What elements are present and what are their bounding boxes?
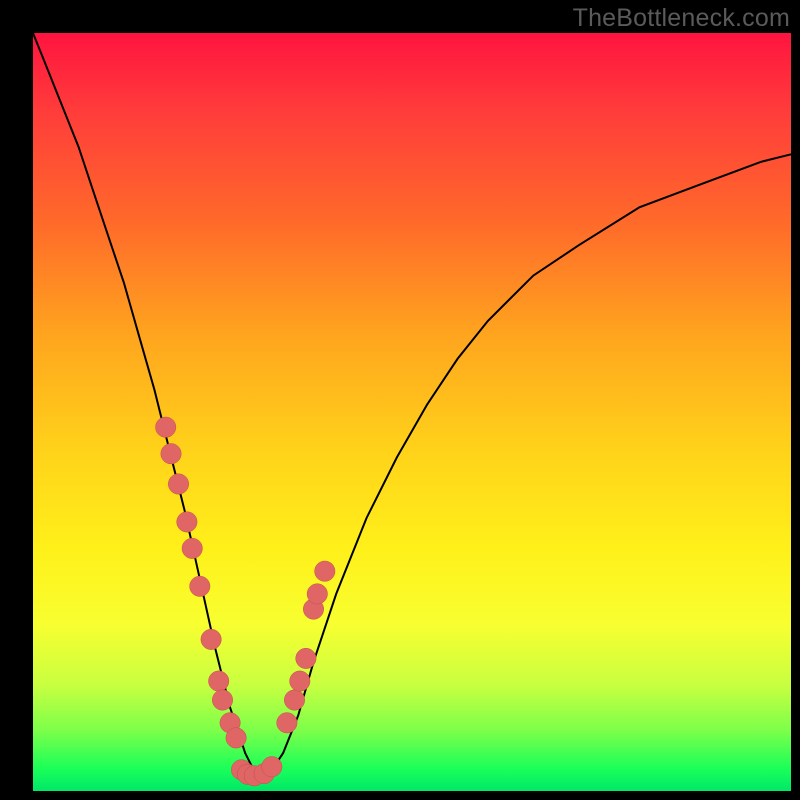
datapoint xyxy=(161,444,181,464)
datapoint xyxy=(290,671,310,691)
datapoint xyxy=(262,757,282,777)
datapoints-right xyxy=(277,561,335,733)
chart-frame: TheBottleneck.com xyxy=(0,0,800,800)
chart-svg xyxy=(33,33,791,791)
datapoint xyxy=(182,538,202,558)
datapoint xyxy=(307,584,327,604)
datapoint xyxy=(226,728,246,748)
bottleneck-curve xyxy=(33,33,791,776)
datapoint xyxy=(156,417,176,437)
datapoint xyxy=(277,713,297,733)
datapoint xyxy=(190,576,210,596)
plot-area xyxy=(33,33,791,791)
datapoints-bottom xyxy=(231,757,282,787)
datapoint xyxy=(284,690,304,710)
datapoint xyxy=(168,474,188,494)
datapoint xyxy=(315,561,335,581)
watermark-text: TheBottleneck.com xyxy=(573,4,790,33)
datapoint xyxy=(201,629,221,649)
datapoint xyxy=(212,690,232,710)
datapoint xyxy=(177,512,197,532)
datapoint xyxy=(209,671,229,691)
datapoint xyxy=(296,648,316,668)
datapoints-left xyxy=(156,417,247,748)
